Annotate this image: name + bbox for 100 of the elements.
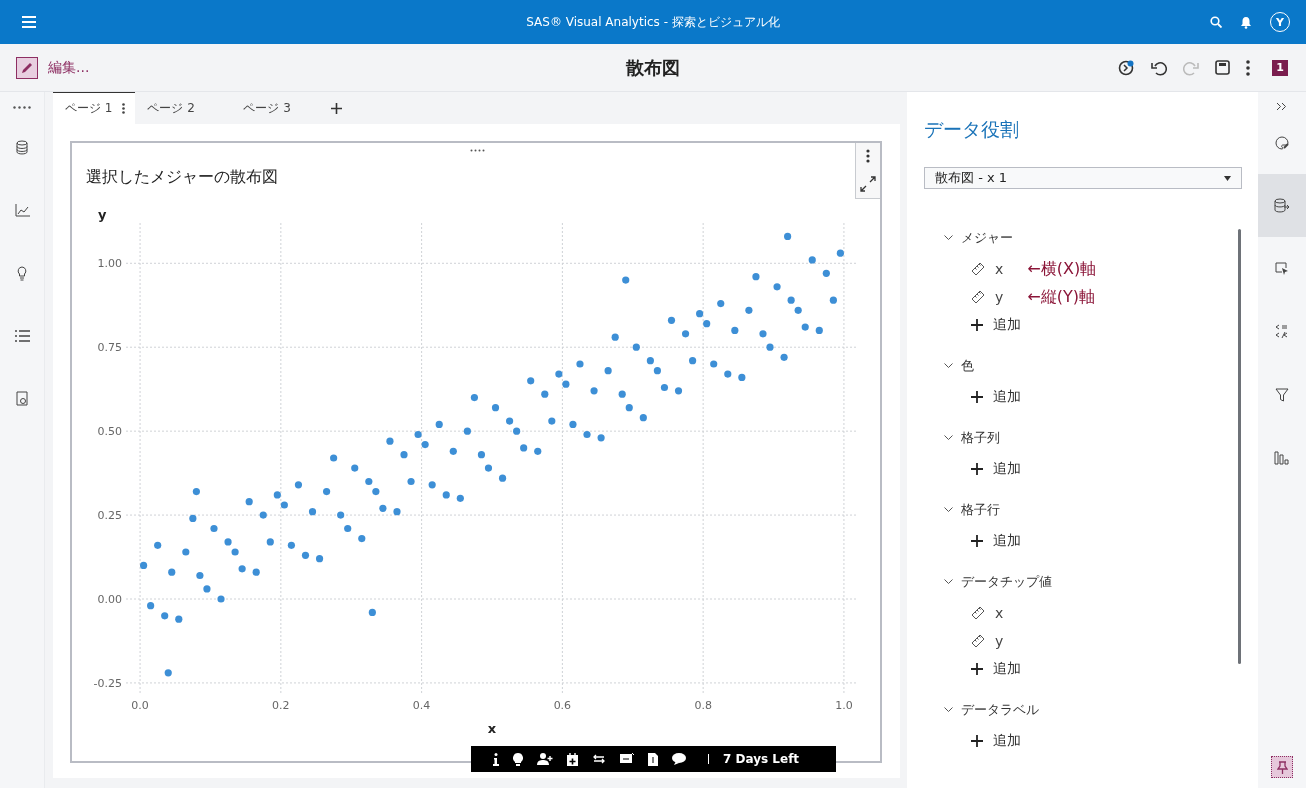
line-chart-icon[interactable]: [14, 204, 30, 217]
add-role-button[interactable]: 追加: [971, 732, 1021, 750]
data-point: [330, 454, 338, 462]
object-dropdown[interactable]: 散布図 - x 1: [924, 167, 1242, 189]
data-point: [667, 316, 676, 324]
role-field[interactable]: x: [995, 605, 1004, 621]
chevron-icon: [944, 579, 953, 585]
data-point: [541, 390, 549, 398]
data-point: [646, 357, 654, 365]
role-section-header[interactable]: データラベル: [944, 701, 1039, 719]
search-icon[interactable]: [1210, 16, 1222, 28]
data-point: [280, 501, 288, 509]
refresh-badge-icon[interactable]: [1117, 58, 1135, 77]
y-tick-label: 0.75: [97, 341, 122, 355]
edit-icon[interactable]: [16, 56, 38, 79]
add-role-button[interactable]: 追加: [971, 660, 1021, 678]
sync-icon[interactable]: [592, 753, 606, 765]
data-point: [773, 283, 781, 291]
more-icon[interactable]: [1246, 59, 1250, 76]
list-icon[interactable]: [14, 330, 30, 342]
ruler-icon: [971, 634, 985, 648]
data-point: [745, 306, 753, 314]
more-dots-icon[interactable]: [13, 106, 31, 109]
role-field[interactable]: x: [995, 261, 1004, 277]
database-icon[interactable]: [16, 140, 28, 155]
data-point: [794, 306, 802, 314]
lightbulb-icon[interactable]: [17, 266, 27, 281]
add-role-button[interactable]: 追加: [971, 316, 1021, 334]
more-icon[interactable]: [122, 103, 126, 114]
role-section-header[interactable]: 格子列: [944, 429, 1000, 447]
data-point: [604, 367, 612, 375]
info-icon[interactable]: [493, 752, 499, 766]
drag-handle-icon[interactable]: [470, 149, 485, 152]
pin-button[interactable]: [1271, 756, 1293, 778]
data-point: [622, 276, 630, 284]
data-point: [527, 377, 535, 385]
data-point: [337, 511, 345, 519]
role-section-header[interactable]: 色: [944, 357, 974, 375]
data-point: [822, 269, 830, 277]
data-point: [717, 299, 725, 308]
data-point: [689, 357, 697, 365]
more-icon[interactable]: [866, 149, 870, 164]
data-point: [192, 487, 200, 496]
page-tab[interactable]: ページ 3: [231, 92, 328, 124]
data-point: [639, 414, 647, 422]
undo-icon[interactable]: [1151, 59, 1167, 76]
chevron-icon: [944, 435, 953, 441]
comparison-icon: [1275, 324, 1289, 339]
data-point: [506, 417, 514, 425]
data-point: [351, 464, 359, 472]
data-point: [294, 481, 303, 489]
role-field[interactable]: y: [995, 633, 1004, 649]
add-page-icon[interactable]: [331, 102, 343, 114]
add-role-button[interactable]: 追加: [971, 388, 1021, 406]
maximize-icon[interactable]: [860, 175, 876, 192]
plus-icon: [971, 735, 983, 747]
data-point: [231, 548, 239, 556]
y-tick-label: 1.00: [97, 257, 122, 271]
y-tick-label: 0.50: [97, 425, 122, 439]
data-point: [154, 541, 162, 549]
data-point: [752, 273, 760, 281]
data-point: [273, 491, 281, 499]
data-point: [164, 669, 172, 677]
data-point: [548, 417, 556, 425]
data-point: [780, 353, 788, 361]
page-tab[interactable]: ページ 1: [53, 92, 136, 124]
data-point: [463, 427, 471, 435]
bell-icon[interactable]: [1240, 15, 1252, 29]
bar-chart-icon: [1274, 450, 1290, 465]
x-tick-label: 0.6: [553, 699, 572, 712]
data-point: [203, 585, 211, 593]
menu-icon[interactable]: [22, 16, 36, 28]
plus-icon: [971, 391, 983, 403]
data-point: [653, 367, 661, 375]
filter-icon: [1275, 387, 1289, 402]
role-field[interactable]: y: [995, 289, 1004, 305]
add-user-icon[interactable]: [537, 753, 553, 765]
role-section-header[interactable]: メジャー: [944, 229, 1013, 247]
data-point: [358, 534, 366, 543]
chevron-icon: [944, 363, 953, 369]
data-point: [829, 296, 837, 304]
lightbulb-icon[interactable]: [513, 752, 523, 766]
document-icon[interactable]: [648, 752, 658, 766]
chevron-icon: [944, 707, 953, 713]
calendar-add-icon[interactable]: [567, 752, 578, 766]
collapse-icon[interactable]: [1276, 102, 1288, 111]
chat-icon[interactable]: [672, 753, 686, 765]
role-section-header[interactable]: 格子行: [944, 501, 1000, 519]
data-point: [611, 333, 619, 341]
notification-badge[interactable]: 1: [1272, 59, 1288, 76]
edit-link[interactable]: 編集...: [48, 58, 90, 77]
save-icon[interactable]: [1215, 60, 1230, 75]
role-section-header[interactable]: データチップ値: [944, 573, 1052, 591]
add-role-button[interactable]: 追加: [971, 460, 1021, 478]
report-icon[interactable]: [16, 391, 28, 406]
data-point: [308, 508, 317, 516]
add-role-button[interactable]: 追加: [971, 532, 1021, 550]
presentation-icon[interactable]: [620, 753, 634, 765]
page-tab[interactable]: ページ 2: [135, 92, 232, 124]
data-point: [252, 568, 260, 576]
